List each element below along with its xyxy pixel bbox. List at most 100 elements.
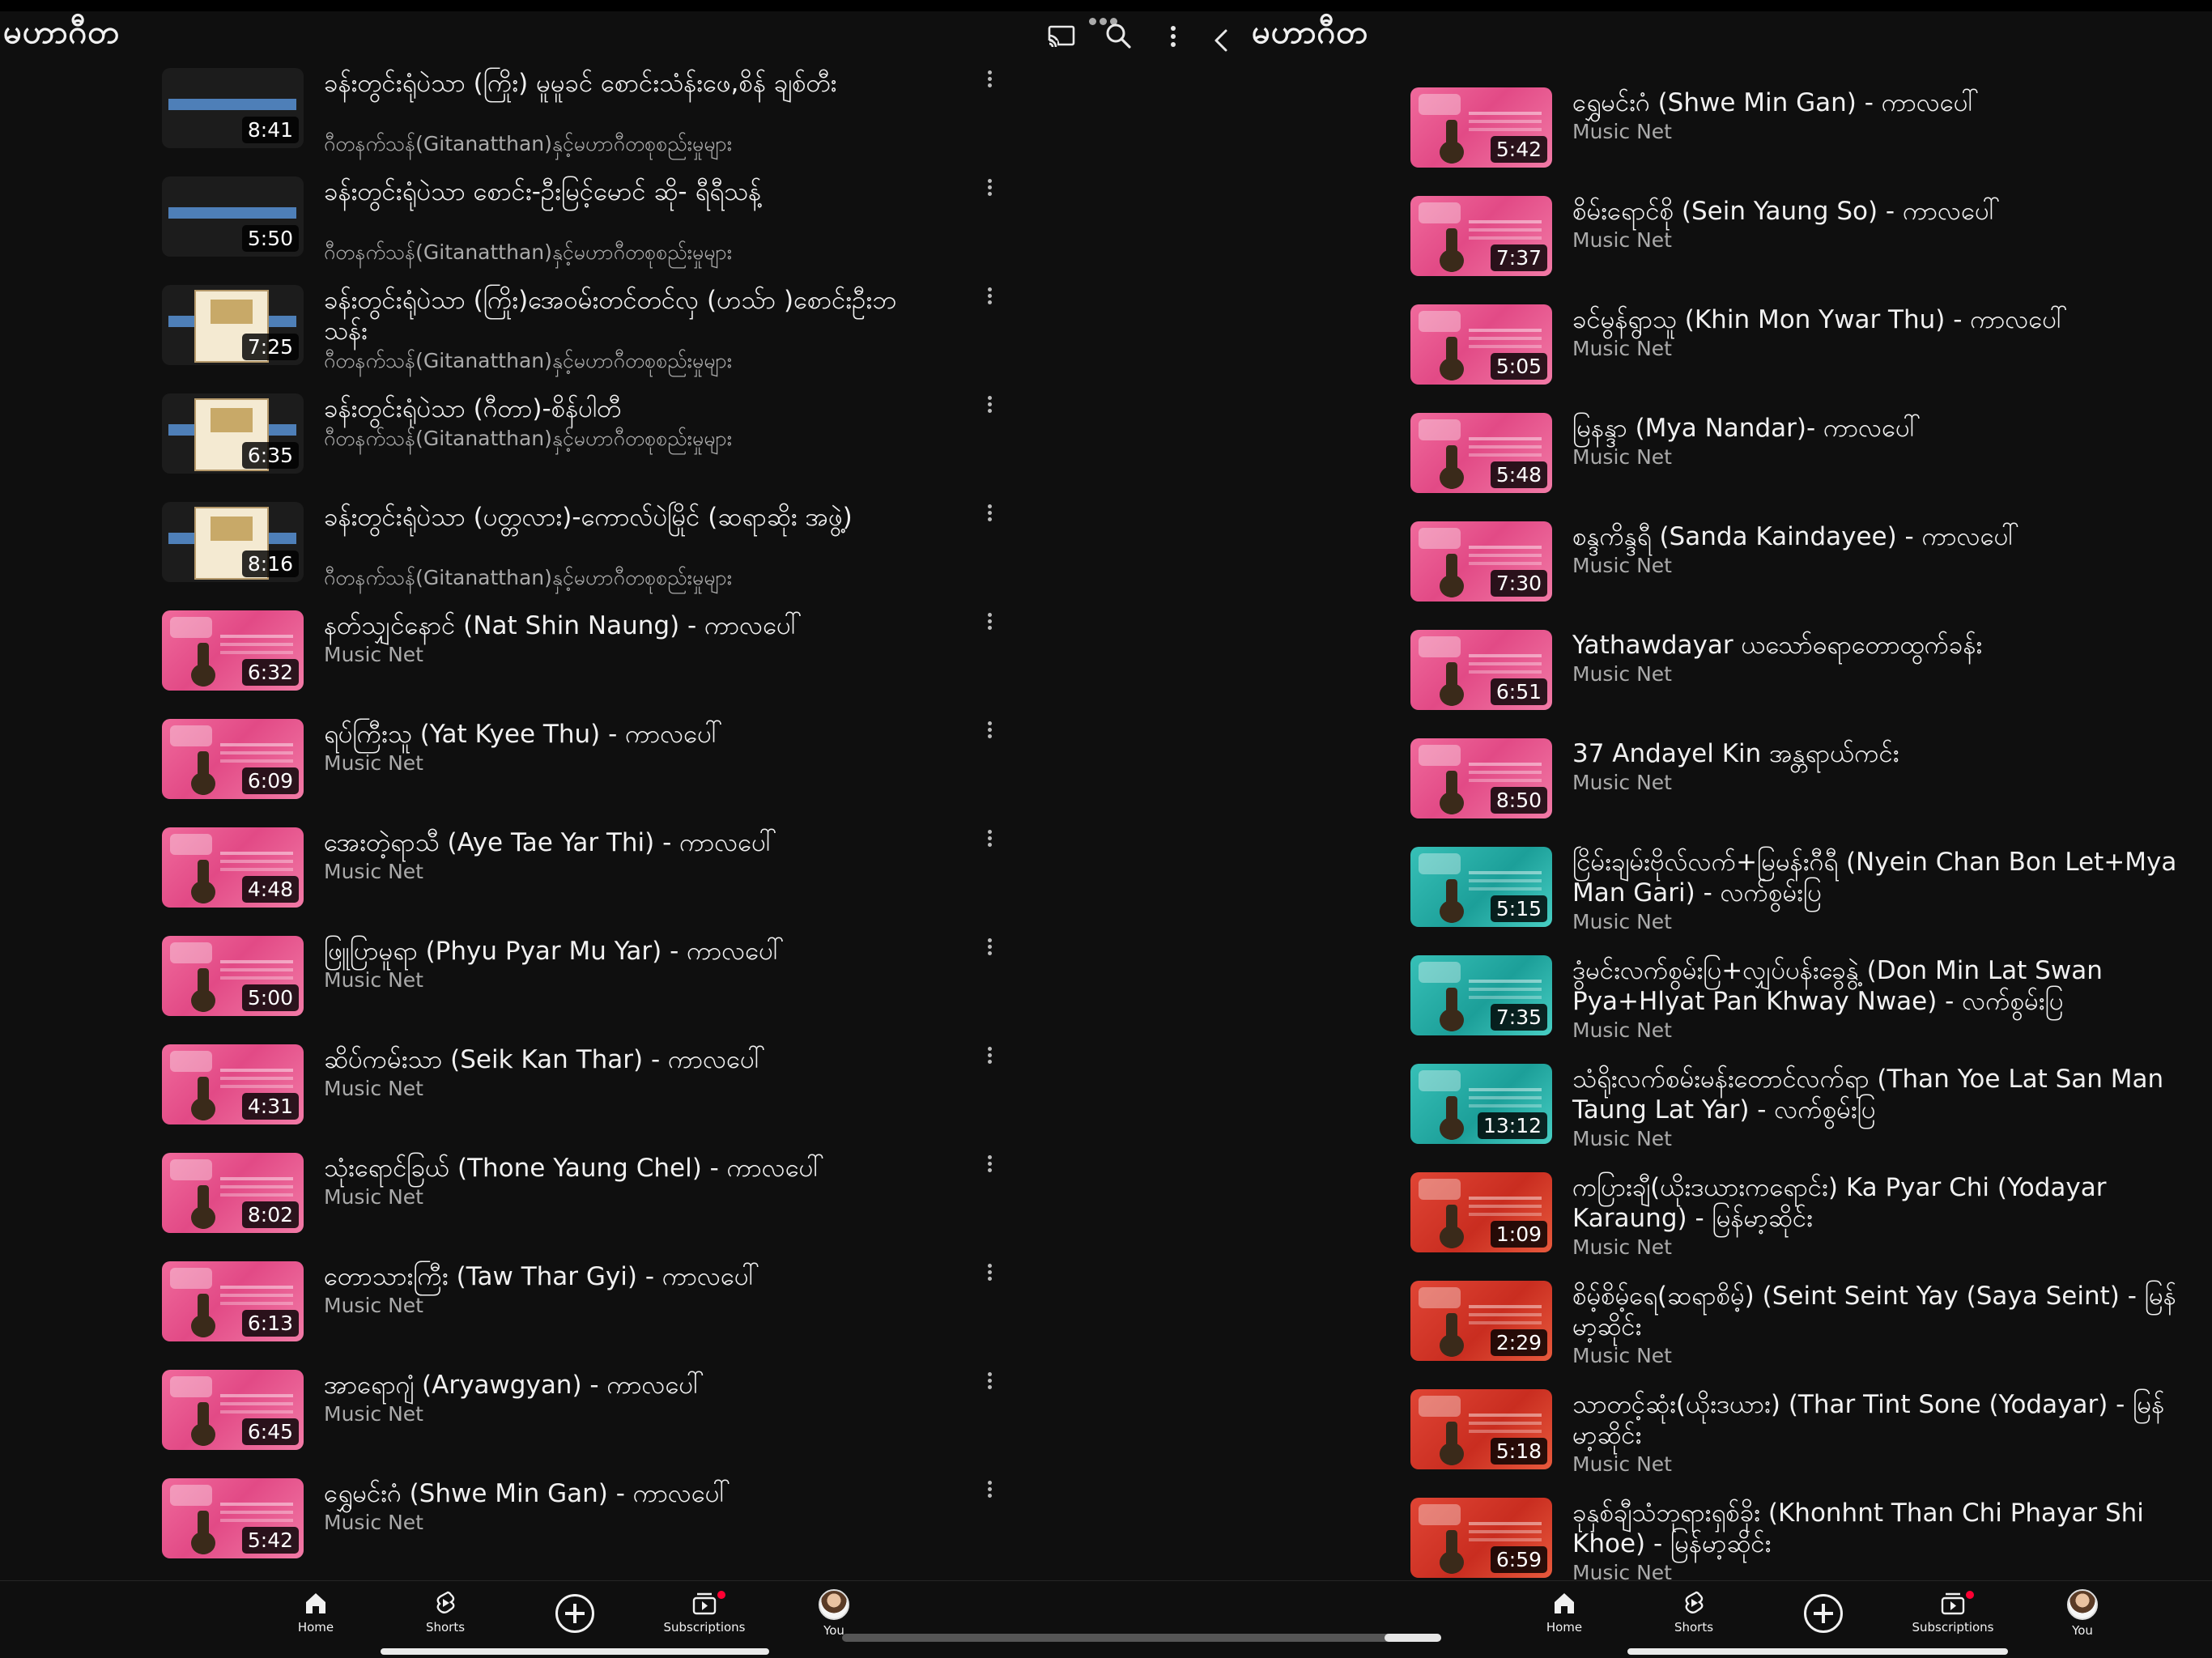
nav-you[interactable]: You [2026, 1589, 2139, 1638]
video-item[interactable]: 8:50 37 Andayel Kin အန္တရာယ်ကင်း Music Net [1044, 738, 2212, 847]
video-thumbnail[interactable]: 4:31 [162, 1044, 304, 1124]
video-title[interactable]: အာရောဂျံ (Aryawgyan) - ကာလပေါ် [324, 1370, 899, 1401]
more-vert-icon[interactable] [981, 285, 998, 309]
video-thumbnail[interactable]: 7:35 [1410, 955, 1552, 1035]
more-vert-icon[interactable] [981, 176, 998, 201]
more-vert-icon[interactable] [981, 502, 998, 526]
video-thumbnail[interactable]: 2:29 [1410, 1281, 1552, 1361]
video-title[interactable]: စန္ဒကိန္ဒရီ (Sanda Kaindayee) - ကာလပေါ် [1572, 521, 2188, 552]
video-title[interactable]: နတ်သျှင်နောင် (Nat Shin Naung) - ကာလပေါ် [324, 610, 899, 641]
video-item[interactable]: 7:30 စန္ဒကိန္ဒရီ (Sanda Kaindayee) - ကာလပ… [1044, 521, 2212, 630]
video-thumbnail[interactable]: 5:15 [1410, 847, 1552, 927]
more-vert-icon[interactable] [981, 1261, 998, 1286]
more-vert-icon[interactable] [981, 719, 998, 743]
video-thumbnail[interactable]: 5:42 [1410, 87, 1552, 168]
video-title[interactable]: သာတင့်ဆုံး(ယိုးဒယား) (Thar Tint Sone (Yo… [1572, 1389, 2188, 1451]
more-vert-icon[interactable] [981, 1370, 998, 1394]
video-thumbnail[interactable]: 7:25 [162, 285, 304, 365]
video-thumbnail[interactable]: 4:48 [162, 827, 304, 908]
video-title[interactable]: မြနန္ဒာ (Mya Nandar)- ကာလပေါ် [1572, 413, 2188, 444]
video-item[interactable]: 5:48 မြနန္ဒာ (Mya Nandar)- ကာလပေါ် Music N… [1044, 413, 2212, 521]
video-item[interactable]: 6:35 ခန်းတွင်းရုံပဲသာ (ဂီတာ)-စိန်ပါတီ ဂီတန… [0, 393, 1044, 502]
more-vert-icon[interactable] [981, 1153, 998, 1177]
video-title[interactable]: တောသားကြီး (Taw Thar Gyi) - ကာလပေါ် [324, 1261, 899, 1292]
video-title[interactable]: ခန်းတွင်းရုံပဲသာ (ကြိုး)အေဝမ်းတင်တင်လှ (… [324, 285, 899, 346]
video-title[interactable]: သံရိုးလက်စမ်းမန်းတောင်လက်ရာ (Than Yoe La… [1572, 1064, 2188, 1125]
video-thumbnail[interactable]: 5:05 [1410, 304, 1552, 385]
video-title[interactable]: ရွှေမင်းဂံ (Shwe Min Gan) - ကာလပေါ် [1572, 87, 2188, 118]
video-thumbnail[interactable]: 1:09 [1410, 1172, 1552, 1252]
video-item[interactable]: 6:45 အာရောဂျံ (Aryawgyan) - ကာလပေါ် Music … [0, 1370, 1044, 1478]
video-item[interactable]: 6:09 ရပ်ကြီးသူ (Yat Kyee Thu) - ကာလပေါ် Mu… [0, 719, 1044, 827]
video-item[interactable]: 1:09 ကပြားချီ(ယိုးဒယားကရောင်း) Ka Pyar Ch… [1044, 1172, 2212, 1281]
video-title[interactable]: Yathawdayar ယသော်ဓရာတောထွက်ခန်း [1572, 630, 2188, 661]
video-item[interactable]: 7:37 စိမ်းရောင်စို (Sein Yaung So) - ကာလပ… [1044, 196, 2212, 304]
video-thumbnail[interactable]: 6:35 [162, 393, 304, 474]
video-item[interactable]: 5:50 ခန်းတွင်းရုံပဲသာ စောင်း-ဦးမြင့်မောင်… [0, 176, 1044, 285]
nav-subscriptions[interactable]: Subscriptions [1896, 1589, 2010, 1635]
video-thumbnail[interactable]: 5:50 [162, 176, 304, 257]
video-item[interactable]: 5:15 ငြိမ်းချမ်းဗိုလ်လက်+မြမန်းဂီရီ (Nyei… [1044, 847, 2212, 955]
video-item[interactable]: 8:02 သုံးရောင်ခြယ် (Thone Yaung Chel) - က… [0, 1153, 1044, 1261]
chevron-left-icon[interactable] [1205, 24, 1237, 57]
video-title[interactable]: ခန်းတွင်းရုံပဲသာ (ပတ္တလား)-ကောလ်ပဲမြိုင်… [324, 502, 899, 533]
more-vert-icon[interactable] [981, 393, 998, 418]
video-title[interactable]: ငြိမ်းချမ်းဗိုလ်လက်+မြမန်းဂီရီ (Nyein Ch… [1572, 847, 2188, 908]
video-thumbnail[interactable]: 8:50 [1410, 738, 1552, 818]
video-title[interactable]: ရွှေမင်းဂံ (Shwe Min Gan) - ကာလပေါ် [324, 1478, 899, 1509]
video-item[interactable]: 2:29 စိမ့်စိမ့်ရေ(ဆရာစိမ့်) (Seint Seint … [1044, 1281, 2212, 1389]
video-title[interactable]: ကပြားချီ(ယိုးဒယားကရောင်း) Ka Pyar Chi (Y… [1572, 1172, 2188, 1234]
more-vert-icon[interactable] [981, 827, 998, 852]
video-thumbnail[interactable]: 6:51 [1410, 630, 1552, 710]
video-title[interactable]: စိမ်းရောင်စို (Sein Yaung So) - ကာလပေါ် [1572, 196, 2188, 227]
video-title[interactable]: စိမ့်စိမ့်ရေ(ဆရာစိမ့်) (Seint Seint Yay … [1572, 1281, 2188, 1342]
video-thumbnail[interactable]: 5:48 [1410, 413, 1552, 493]
nav-create[interactable] [1767, 1589, 1880, 1633]
more-vert-icon[interactable] [981, 1478, 998, 1503]
video-thumbnail[interactable]: 5:18 [1410, 1389, 1552, 1469]
video-item[interactable]: 4:48 အေးတဲ့ရာသီ (Aye Tae Yar Thi) - ကာလပေ… [0, 827, 1044, 936]
divider-slider-thumb[interactable] [1385, 1634, 1441, 1642]
video-title[interactable]: ခန်းတွင်းရုံပဲသာ (ကြိုး) မူမူခင် စောင်းသ… [324, 68, 899, 99]
more-vert-icon[interactable] [981, 68, 998, 92]
video-item[interactable]: 13:12 သံရိုးလက်စမ်းမန်းတောင်လက်ရာ (Than Y… [1044, 1064, 2212, 1172]
video-thumbnail[interactable]: 5:00 [162, 936, 304, 1016]
video-title[interactable]: ခုနှစ်ချီသံဘုရားရှစ်ခိုး (Khonhnt Than C… [1572, 1498, 2188, 1559]
video-title[interactable]: ခန်းတွင်းရုံပဲသာ (ဂီတာ)-စိန်ပါတီ [324, 393, 899, 424]
nav-home[interactable]: Home [259, 1589, 372, 1635]
video-thumbnail[interactable]: 5:42 [162, 1478, 304, 1558]
divider-slider[interactable] [842, 1634, 1441, 1642]
video-title[interactable]: ဒွံမင်းလက်စွမ်းပြ+လျှပ်ပန်းခွေနွဲ့ (Don … [1572, 955, 2188, 1017]
video-thumbnail[interactable]: 6:13 [162, 1261, 304, 1341]
video-item[interactable]: 6:51 Yathawdayar ယသော်ဓရာတောထွက်ခန်း Music… [1044, 630, 2212, 738]
video-item[interactable]: 5:05 ခင်မွန်ရွာသူ (Khin Mon Ywar Thu) - က… [1044, 304, 2212, 413]
video-thumbnail[interactable]: 13:12 [1410, 1064, 1552, 1144]
video-thumbnail[interactable]: 8:41 [162, 68, 304, 148]
nav-create[interactable] [518, 1589, 632, 1633]
video-thumbnail[interactable]: 6:45 [162, 1370, 304, 1450]
video-item[interactable]: 5:00 ဖြူပြာမူရာ (Phyu Pyar Mu Yar) - ကာလပ… [0, 936, 1044, 1044]
video-title[interactable]: ခင်မွန်ရွာသူ (Khin Mon Ywar Thu) - ကာလပေ… [1572, 304, 2188, 335]
video-thumbnail[interactable]: 8:16 [162, 502, 304, 582]
video-title[interactable]: ခန်းတွင်းရုံပဲသာ စောင်း-ဦးမြင့်မောင် ဆို… [324, 176, 899, 207]
video-title[interactable]: ဆိပ်ကမ်းသာ (Seik Kan Thar) - ကာလပေါ် [324, 1044, 899, 1075]
nav-shorts[interactable]: Shorts [1637, 1589, 1750, 1635]
video-thumbnail[interactable]: 6:59 [1410, 1498, 1552, 1578]
video-thumbnail[interactable]: 8:02 [162, 1153, 304, 1233]
video-item[interactable]: 7:25 ခန်းတွင်းရုံပဲသာ (ကြိုး)အေဝမ်းတင်တင်… [0, 285, 1044, 393]
video-title[interactable]: ဖြူပြာမူရာ (Phyu Pyar Mu Yar) - ကာလပေါ် [324, 936, 899, 967]
video-title[interactable]: သုံးရောင်ခြယ် (Thone Yaung Chel) - ကာလပေ… [324, 1153, 899, 1184]
video-item[interactable]: 8:16 ခန်းတွင်းရုံပဲသာ (ပတ္တလား)-ကောလ်ပဲမြ… [0, 502, 1044, 610]
video-item[interactable]: 7:35 ဒွံမင်းလက်စွမ်းပြ+လျှပ်ပန်းခွေနွဲ့ (… [1044, 955, 2212, 1064]
nav-you[interactable]: You [777, 1589, 891, 1638]
more-vert-icon[interactable] [981, 610, 998, 635]
video-item[interactable]: 6:13 တောသားကြီး (Taw Thar Gyi) - ကာလပေါ် M… [0, 1261, 1044, 1370]
video-thumbnail[interactable]: 7:37 [1410, 196, 1552, 276]
video-item[interactable]: 5:42 ရွှေမင်းဂံ (Shwe Min Gan) - ကာလပေါ် M… [1044, 87, 2212, 196]
more-vert-icon[interactable] [981, 936, 998, 960]
video-title[interactable]: 37 Andayel Kin အန္တရာယ်ကင်း [1572, 738, 2188, 769]
video-item[interactable]: 4:31 ဆိပ်ကမ်းသာ (Seik Kan Thar) - ကာလပေါ်… [0, 1044, 1044, 1153]
nav-subscriptions[interactable]: Subscriptions [648, 1589, 761, 1635]
video-thumbnail[interactable]: 7:30 [1410, 521, 1552, 602]
video-item[interactable]: 5:18 သာတင့်ဆုံး(ယိုးဒယား) (Thar Tint Sone… [1044, 1389, 2212, 1498]
